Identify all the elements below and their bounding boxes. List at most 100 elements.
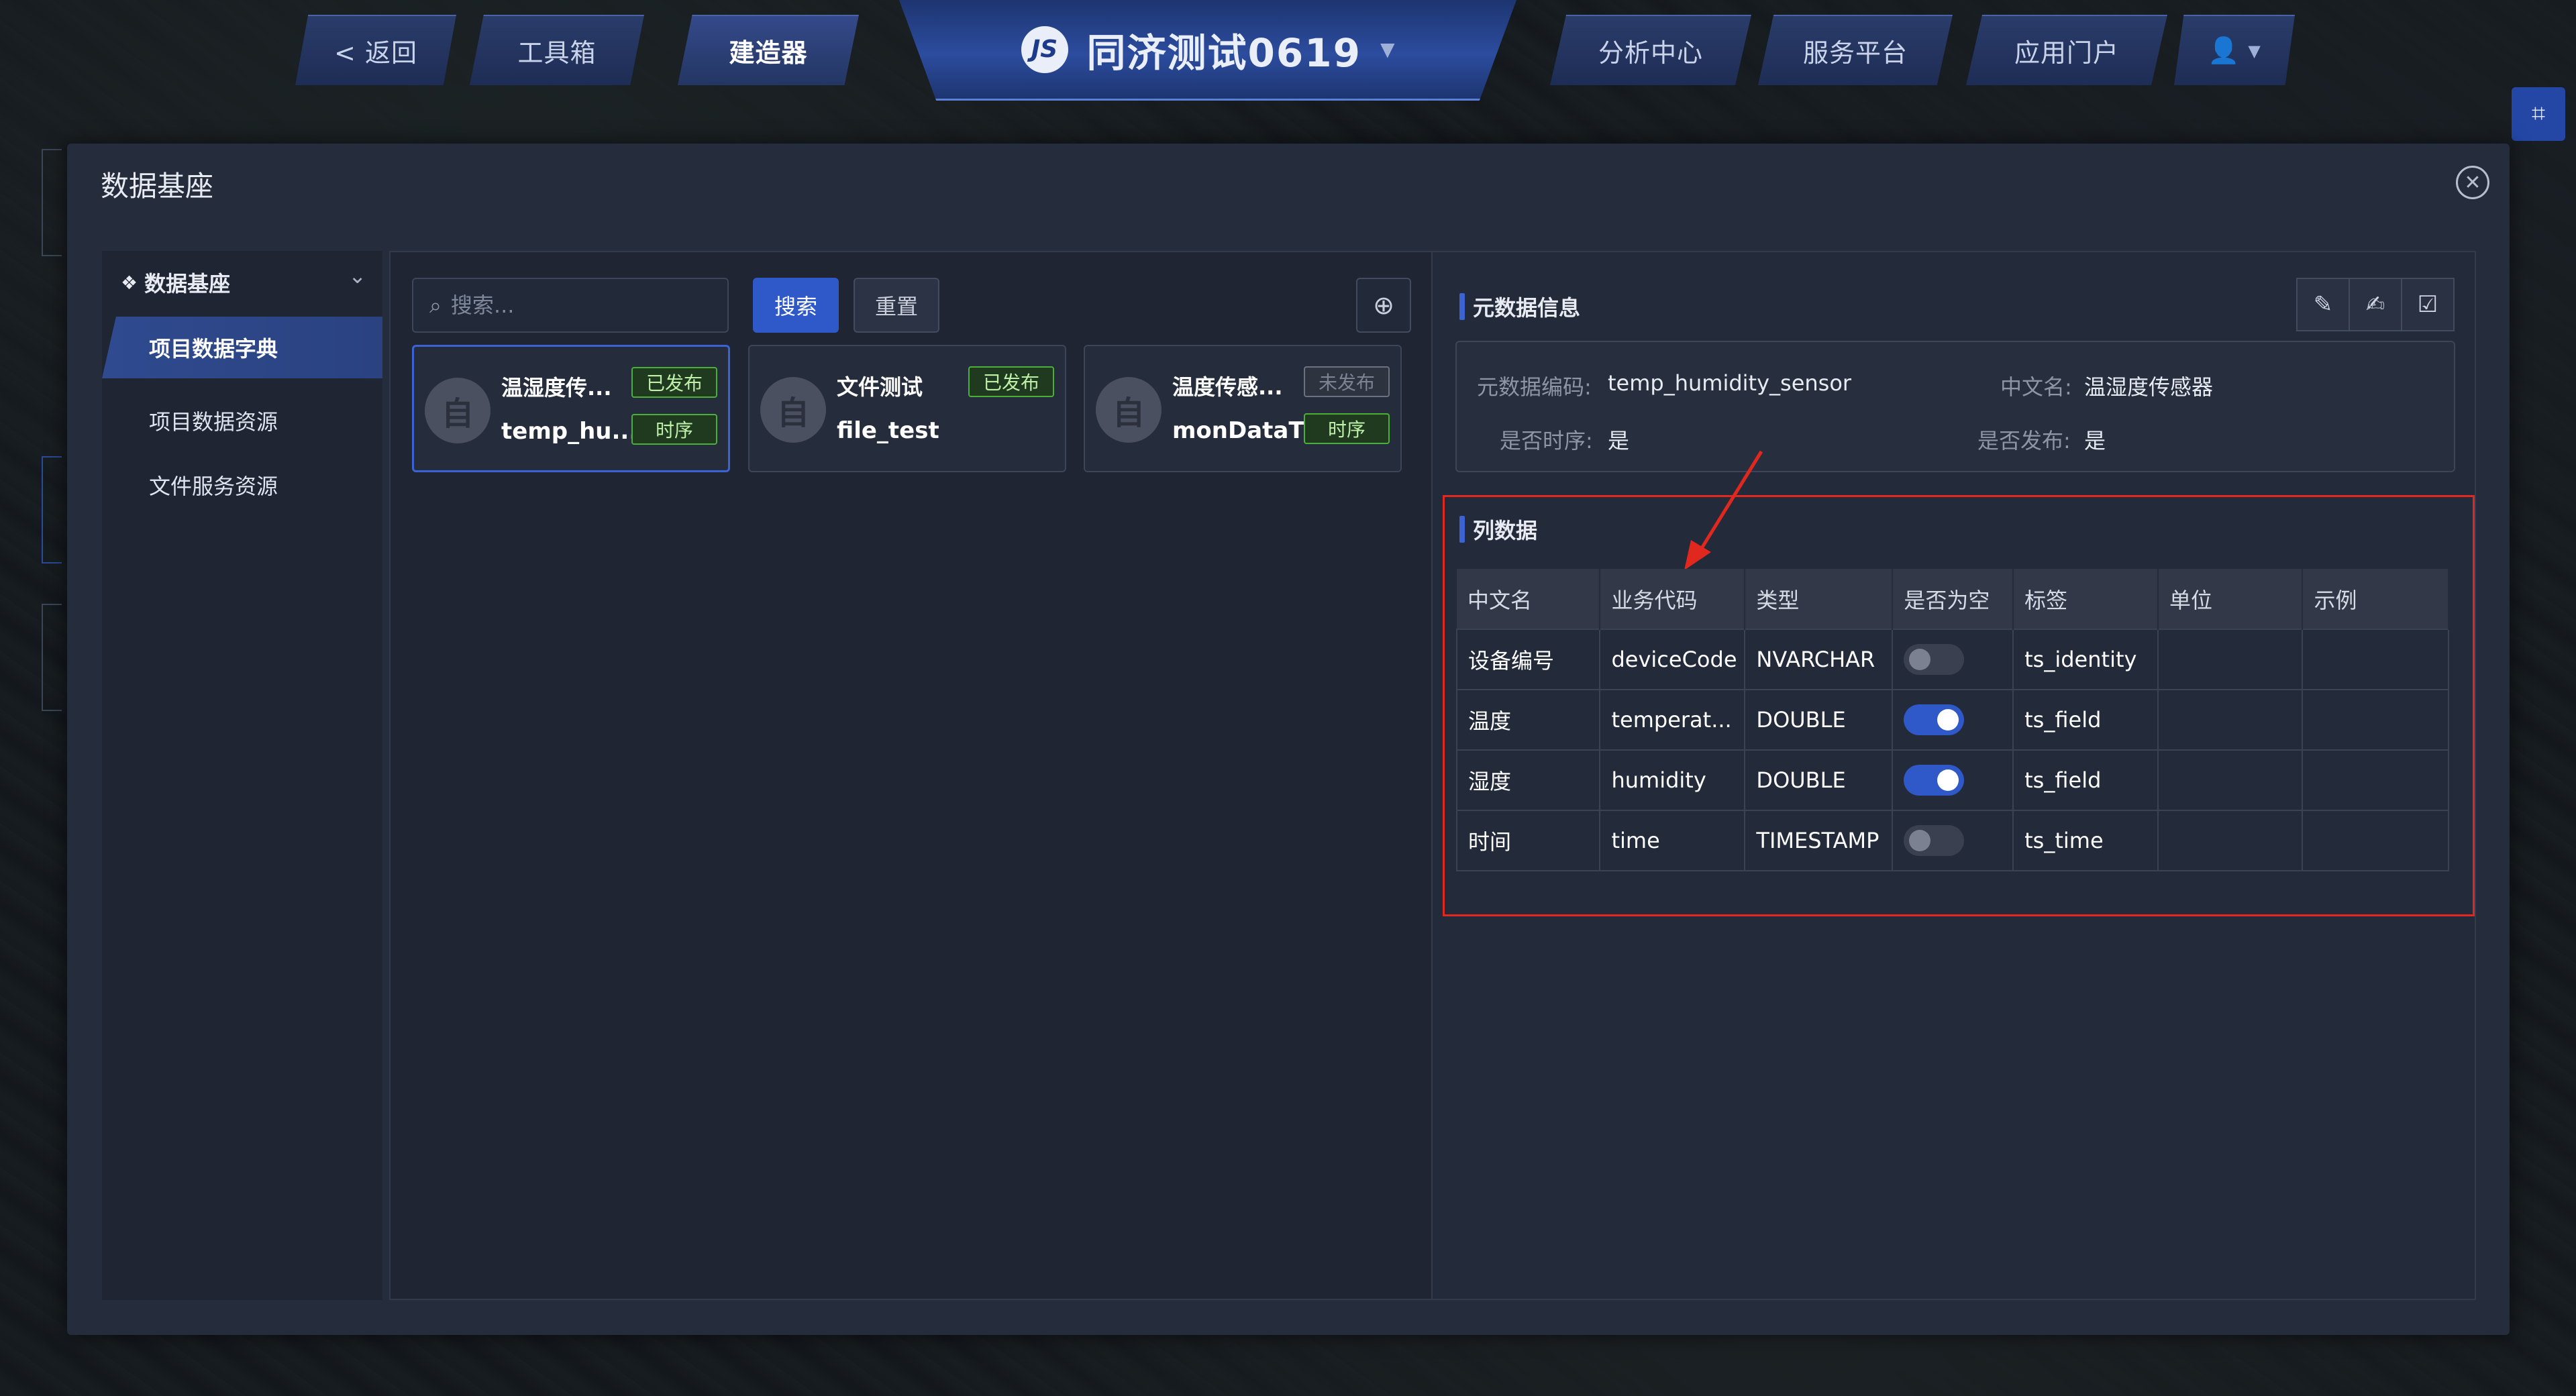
side-menu: ❖ 数据基座 ⌄ 项目数据字典 项目数据资源 文件服务资源 [102, 251, 382, 1300]
meta-code-value: temp_humidity_sensor [1608, 370, 1852, 396]
cell-tag: ts_identity [2012, 629, 2159, 690]
meta-cn-label: 中文名: [2000, 374, 2072, 400]
menu-item-file-service[interactable]: 文件服务资源 [149, 470, 278, 500]
cell-tag: ts_time [2012, 810, 2159, 871]
menu-item-data-resource[interactable]: 项目数据资源 [149, 405, 278, 436]
search-button[interactable]: 搜索 [753, 278, 839, 333]
metadata-toolbar: ✎ ✍ ☑ [2296, 278, 2455, 331]
cell-nullable [1892, 689, 2014, 751]
card-code: monDataT [1172, 417, 1304, 444]
card-code: temp_hu... [501, 418, 638, 445]
cell-nullable [1892, 749, 2014, 811]
meta-pub-value: 是 [2084, 428, 2106, 453]
nullable-toggle[interactable] [1904, 825, 1965, 856]
dropbox-icon: ❖ [121, 271, 138, 294]
search-input[interactable] [450, 292, 706, 318]
edit-pen-icon[interactable]: ✎ [2296, 278, 2350, 331]
annotation-arrow-icon [1684, 450, 1763, 570]
cell-code: deviceCode [1599, 629, 1746, 690]
chevron-down-icon: ▼ [1380, 38, 1395, 60]
column-header: 标签 [2013, 569, 2159, 629]
meta-ts-label: 是否时序: [1500, 428, 1593, 453]
section-accent-bar [1459, 293, 1465, 320]
nav-toolbox[interactable]: 工具箱 [470, 15, 644, 85]
status-badge: 已发布 [631, 367, 717, 398]
toggle-knob [1909, 649, 1931, 670]
background-panel-edge [42, 604, 62, 711]
column-header: 示例 [2302, 569, 2449, 629]
nullable-toggle[interactable] [1904, 704, 1965, 735]
status-badge: 未发布 [1304, 366, 1390, 397]
table-row: 时间 time TIMESTAMP ts_time [1455, 810, 2449, 871]
cell-type: NVARCHAR [1744, 629, 1894, 690]
table-header-row: 中文名 业务代码 类型 是否为空 标签 单位 示例 [1457, 569, 2449, 629]
avatar: 自 [1096, 377, 1162, 443]
cell-example [2302, 810, 2449, 871]
cell-nullable [1892, 810, 2014, 871]
cell-type: DOUBLE [1744, 689, 1894, 751]
cell-type: TIMESTAMP [1744, 810, 1894, 871]
dictionary-card[interactable]: 自 温度传感... monDataT 未发布 时序 [1084, 345, 1402, 472]
section-title: 元数据信息 [1473, 295, 1581, 321]
reset-button[interactable]: 重置 [854, 278, 939, 333]
nav-service[interactable]: 服务平台 [1758, 15, 1953, 85]
search-icon: ⌕ [429, 292, 442, 318]
nullable-toggle[interactable] [1904, 765, 1965, 796]
status-badge: 已发布 [968, 366, 1054, 397]
type-badge: 时序 [1304, 413, 1390, 444]
toggle-knob [1909, 830, 1931, 851]
menu-group-header[interactable]: ❖ 数据基座 [121, 267, 230, 298]
column-header: 是否为空 [1892, 569, 2014, 629]
cell-cn: 设备编号 [1455, 629, 1601, 690]
layout-tool-icon[interactable]: ⌗ [2512, 87, 2565, 141]
column-header: 业务代码 [1600, 569, 1746, 629]
top-navigation: < 返回 工具箱 建造器 JS 同济测试0619 ▼ 分析中心 服务平台 应用门… [0, 0, 2576, 101]
project-title: 同济测试0619 [1086, 30, 1361, 76]
avatar: 自 [425, 378, 491, 443]
cell-nullable [1892, 629, 2014, 690]
nav-portal[interactable]: 应用门户 [1966, 15, 2167, 85]
edit-list-icon[interactable]: ✍ [2349, 278, 2402, 331]
back-button[interactable]: < 返回 [295, 15, 456, 85]
nav-analysis[interactable]: 分析中心 [1550, 15, 1751, 85]
menu-group-label: 数据基座 [144, 271, 231, 297]
cell-unit [2157, 810, 2304, 871]
modal-title: 数据基座 [101, 170, 214, 203]
cell-code: time [1599, 810, 1746, 871]
user-icon: 👤 [2208, 36, 2240, 65]
user-menu-button[interactable]: 👤 ▼ [2174, 15, 2295, 85]
type-badge: 时序 [631, 414, 717, 445]
dictionary-list-panel: ⌕ 搜索 重置 ⊕ 自 温湿度传... temp_hu... 已发布 时序 自 … [389, 251, 1433, 1300]
cell-code: humidity [1599, 749, 1746, 811]
chevron-down-icon[interactable]: ⌄ [348, 263, 366, 288]
column-header: 单位 [2158, 569, 2304, 629]
search-box[interactable]: ⌕ [412, 278, 729, 333]
cell-unit [2157, 749, 2304, 811]
add-circle-icon[interactable]: ⊕ [1356, 278, 1411, 333]
card-name: 温湿度传... [501, 375, 612, 400]
table-row: 湿度 humidity DOUBLE ts_field [1455, 749, 2449, 811]
cell-example [2302, 629, 2449, 690]
project-selector[interactable]: JS 同济测试0619 ▼ [899, 0, 1516, 101]
table-row: 设备编号 deviceCode NVARCHAR ts_identity [1455, 629, 2449, 690]
menu-item-data-dictionary[interactable]: 项目数据字典 [102, 317, 382, 378]
meta-ts-value: 是 [1608, 428, 1630, 453]
cell-unit [2157, 629, 2304, 690]
card-code: file_test [837, 417, 939, 444]
cell-cn: 湿度 [1455, 749, 1601, 811]
meta-cn-value: 温湿度传感器 [2084, 374, 2214, 400]
edit-box-icon[interactable]: ☑ [2401, 278, 2455, 331]
table-row: 温度 temperat... DOUBLE ts_field [1455, 689, 2449, 751]
nav-builder[interactable]: 建造器 [678, 15, 859, 85]
dictionary-card[interactable]: 自 温湿度传... temp_hu... 已发布 时序 [412, 345, 730, 472]
cell-tag: ts_field [2012, 689, 2159, 751]
nullable-toggle[interactable] [1904, 644, 1965, 675]
cell-cn: 时间 [1455, 810, 1601, 871]
toggle-knob [1937, 769, 1959, 791]
chevron-down-icon: ▼ [2248, 41, 2261, 60]
card-name: 文件测试 [837, 374, 923, 400]
cell-example [2302, 749, 2449, 811]
cell-tag: ts_field [2012, 749, 2159, 811]
close-icon[interactable]: ✕ [2456, 166, 2489, 199]
dictionary-card[interactable]: 自 文件测试 file_test 已发布 [748, 345, 1066, 472]
